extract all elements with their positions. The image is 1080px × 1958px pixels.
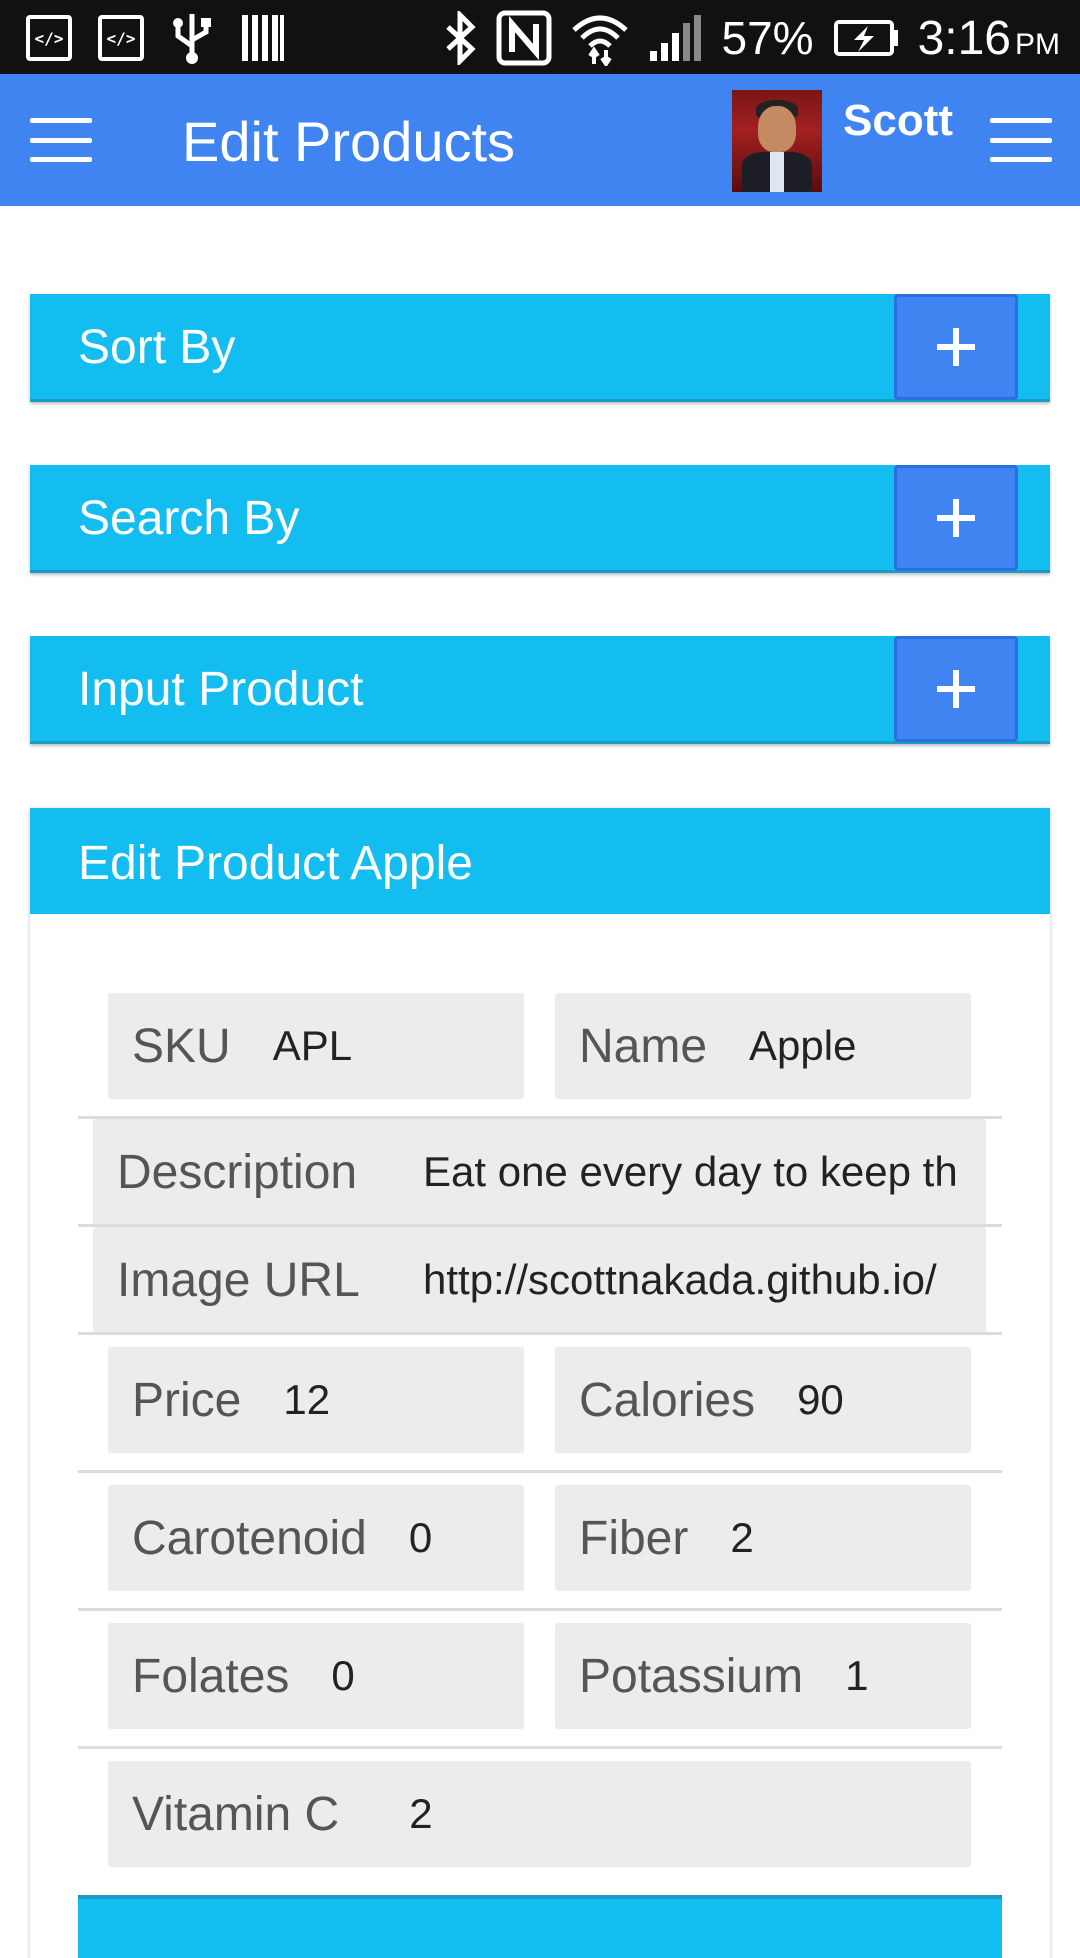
fiber-label: Fiber (579, 1511, 689, 1565)
code-icon: </> (26, 15, 72, 61)
search-by-label: Search By (78, 492, 300, 545)
clock: 3:16 PM (918, 11, 1060, 66)
fiber-field: Fiber (555, 1485, 971, 1591)
search-by-expand-button[interactable] (894, 465, 1018, 571)
image-url-input[interactable] (423, 1256, 957, 1304)
image-url-label: Image URL (117, 1253, 360, 1307)
app-bar: Edit Products Scott (0, 74, 1080, 206)
image-url-field: Image URL (93, 1227, 986, 1333)
description-field: Description (93, 1119, 986, 1225)
plus-icon (937, 670, 975, 708)
avatar[interactable] (732, 90, 822, 192)
folates-input[interactable] (331, 1652, 524, 1700)
description-label: Description (117, 1145, 358, 1199)
potassium-field: Potassium (555, 1623, 971, 1729)
sku-input[interactable] (272, 1022, 524, 1070)
plus-icon (937, 328, 975, 366)
battery-percent: 57% (721, 12, 814, 64)
potassium-input[interactable] (845, 1652, 971, 1700)
sku-label: SKU (132, 1019, 231, 1073)
edit-product-header: Edit Product Apple (30, 808, 1050, 914)
barcode-icon (242, 15, 284, 61)
vitamin-c-label: Vitamin C (132, 1787, 340, 1841)
potassium-label: Potassium (579, 1649, 804, 1703)
submit-bar[interactable] (78, 1895, 1002, 1958)
calories-label: Calories (579, 1373, 756, 1427)
edit-product-title: Edit Product Apple (78, 837, 473, 890)
usb-icon (173, 14, 211, 64)
folates-label: Folates (132, 1649, 290, 1703)
nfc-icon (496, 10, 551, 66)
clock-ampm: PM (1015, 27, 1060, 61)
input-product-panel[interactable]: Input Product (30, 636, 1050, 744)
price-field: Price (108, 1347, 524, 1453)
signal-icon (649, 15, 701, 61)
price-label: Price (132, 1373, 242, 1427)
search-by-panel[interactable]: Search By (30, 465, 1050, 573)
input-product-expand-button[interactable] (894, 636, 1018, 742)
price-input[interactable] (283, 1376, 524, 1424)
code-icon: </> (98, 15, 144, 61)
divider (78, 1470, 1002, 1473)
divider (78, 1332, 1002, 1335)
sku-field: SKU (108, 993, 524, 1099)
folates-field: Folates (108, 1623, 524, 1729)
name-label: Name (579, 1019, 708, 1073)
carotenoid-input[interactable] (408, 1514, 524, 1562)
page-title: Edit Products (182, 110, 516, 173)
description-input[interactable] (423, 1148, 957, 1196)
plus-icon (937, 499, 975, 537)
name-field: Name (555, 993, 971, 1099)
divider (78, 1746, 1002, 1749)
calories-field: Calories (555, 1347, 971, 1453)
nav-menu-icon[interactable] (30, 118, 92, 162)
user-name[interactable]: Scott (843, 96, 953, 146)
edit-product-card: Edit Product Apple SKU Name Description … (30, 808, 1050, 1958)
sort-by-panel[interactable]: Sort By (30, 294, 1050, 402)
sort-by-expand-button[interactable] (894, 294, 1018, 400)
fiber-input[interactable] (730, 1514, 971, 1562)
status-left-icons: </> </> (26, 12, 286, 64)
vitamin-c-input[interactable] (409, 1790, 971, 1838)
divider (78, 1608, 1002, 1611)
sort-by-label: Sort By (78, 321, 236, 374)
calories-input[interactable] (797, 1376, 971, 1424)
clock-time: 3:16 (917, 11, 1011, 65)
carotenoid-field: Carotenoid (108, 1485, 524, 1591)
name-input[interactable] (749, 1022, 971, 1070)
input-product-label: Input Product (78, 663, 364, 716)
wifi-icon (571, 15, 628, 66)
bluetooth-icon (445, 11, 476, 65)
vitamin-c-field: Vitamin C (108, 1761, 971, 1867)
battery-charging-icon (833, 20, 898, 56)
status-right-icons: 57% 3:16 PM (444, 8, 1060, 68)
status-bar: </> </> 57% 3:16 PM (0, 0, 1080, 74)
carotenoid-label: Carotenoid (132, 1511, 367, 1565)
options-menu-icon[interactable] (990, 118, 1052, 162)
